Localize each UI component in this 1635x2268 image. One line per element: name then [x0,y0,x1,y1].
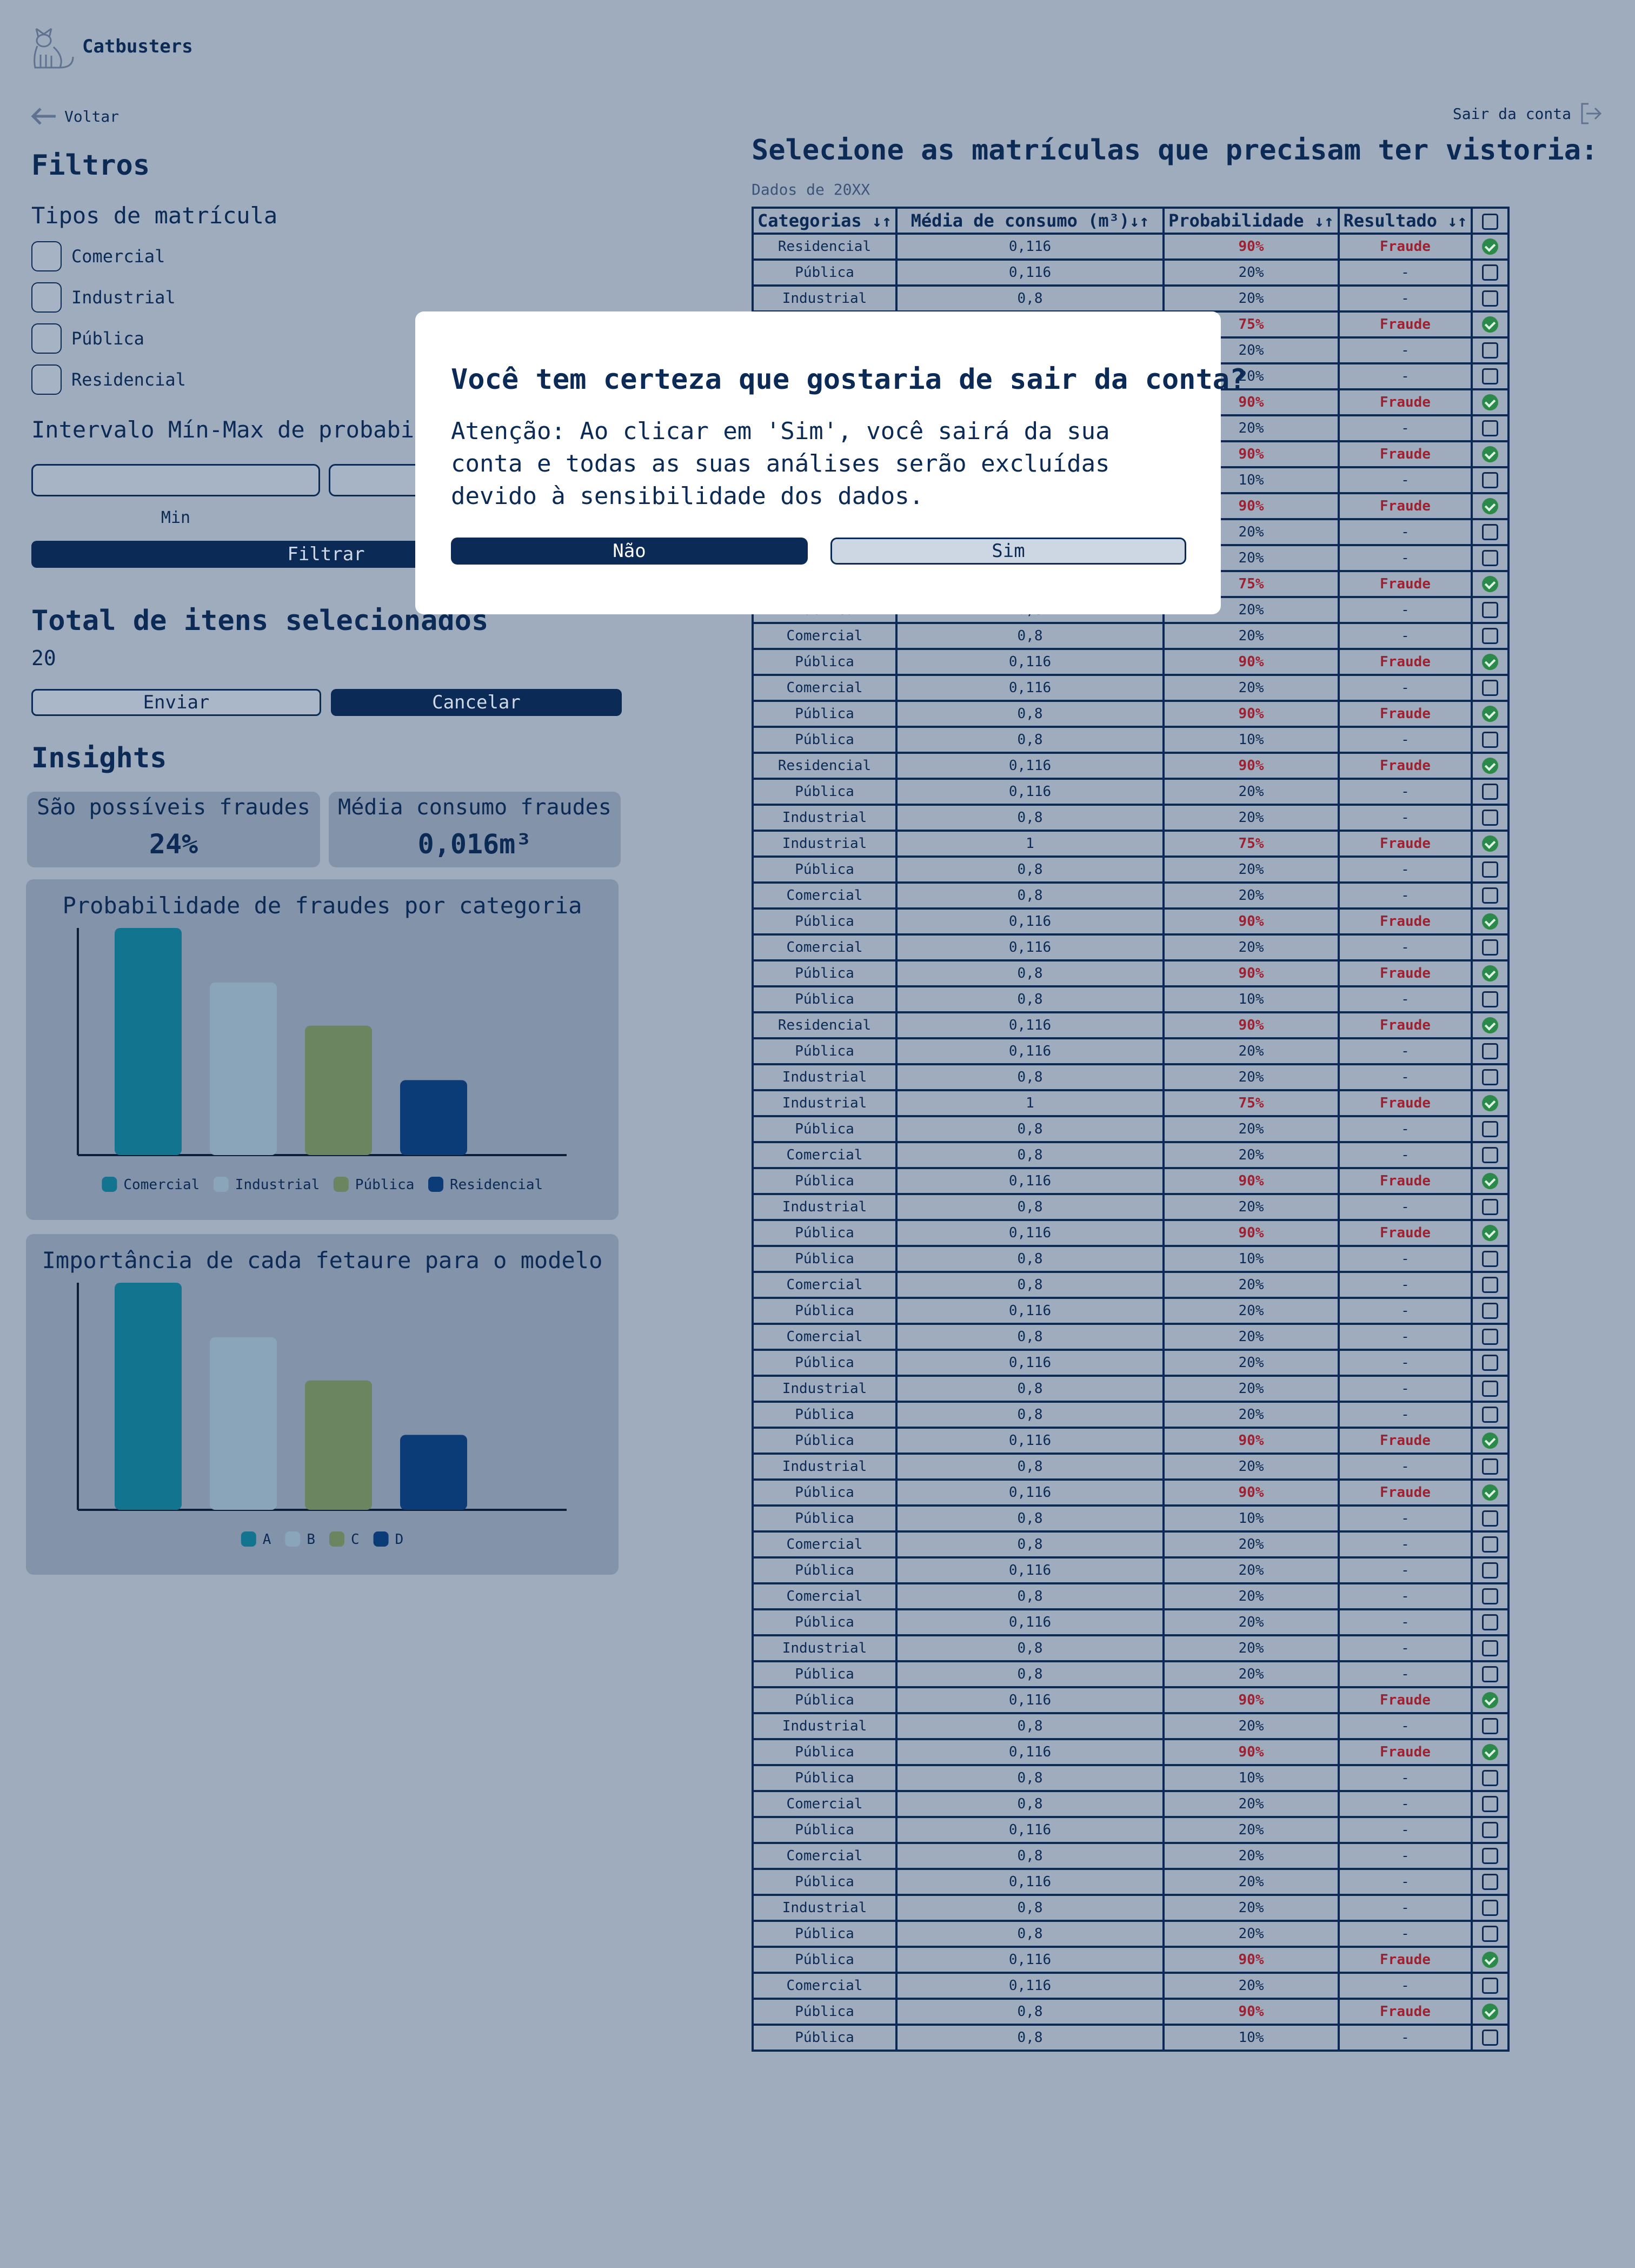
yes-button[interactable]: Sim [830,538,1186,565]
logout-confirm-dialog: Você tem certeza que gostaria de sair da… [415,311,1246,614]
dialog-text: Atenção: Ao clicar em 'Sim', você sairá … [451,417,1110,510]
no-button[interactable]: Não [451,538,808,565]
dialog-title: Você tem certeza que gostaria de sair da… [451,363,1247,396]
